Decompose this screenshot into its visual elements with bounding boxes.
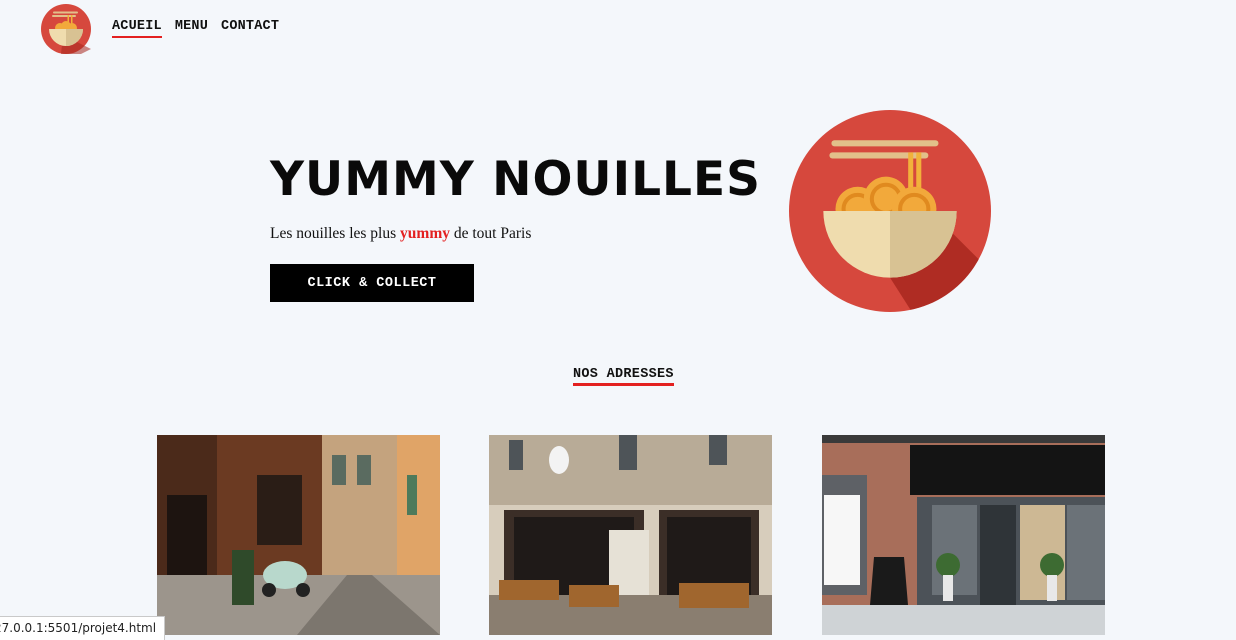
tagline-after: de tout Paris (449, 225, 532, 242)
shopfront-photo (822, 435, 1105, 635)
nav-link-menu[interactable]: MENU (175, 19, 208, 38)
address-card-1[interactable] (157, 435, 440, 635)
tagline-accent: yummy (400, 225, 450, 242)
logo[interactable] (41, 4, 91, 54)
noodle-bowl-icon (789, 110, 991, 312)
hero-title: YUMMY NOUILLES (270, 152, 761, 207)
restaurant-terrace-photo (489, 435, 772, 635)
tagline-before: Les nouilles les plus (270, 225, 401, 242)
click-and-collect-button[interactable]: CLICK & COLLECT (270, 264, 474, 302)
street-cafe-photo (157, 435, 440, 635)
status-bar-url: 27.0.0.1:5501/projet4.html (0, 616, 166, 640)
section-title-addresses: NOS ADRESSES (573, 367, 674, 386)
hero-tagline: Les nouilles les plus yummy de tout Pari… (270, 225, 531, 243)
status-url-text: 27.0.0.1:5501/projet4.html (0, 621, 157, 635)
nav-link-contact[interactable]: CONTACT (221, 19, 279, 38)
address-card-2[interactable] (489, 435, 772, 635)
main-nav: ACUEIL MENU CONTACT (112, 19, 279, 38)
noodle-bowl-icon (41, 4, 91, 54)
hero-noodle-bowl-image (789, 110, 991, 312)
address-card-3[interactable] (822, 435, 1105, 635)
nav-link-accueil[interactable]: ACUEIL (112, 19, 162, 38)
